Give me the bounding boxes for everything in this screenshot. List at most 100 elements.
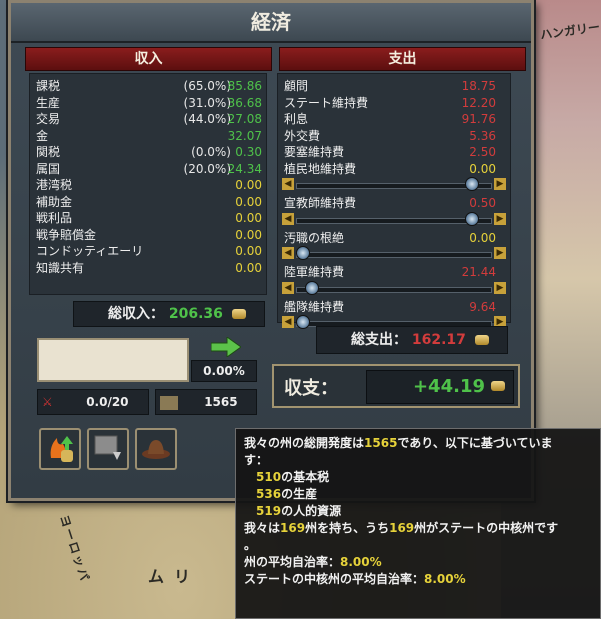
slider-knob[interactable] xyxy=(465,211,479,226)
decrease-arrow-icon[interactable]: ◀ xyxy=(282,212,294,225)
income-value: 0.00 xyxy=(235,244,262,258)
balance-value: +44.19 xyxy=(412,376,485,397)
slider-knob[interactable] xyxy=(296,246,310,260)
arrow-right-icon[interactable] xyxy=(210,336,242,358)
income-label: 属国 xyxy=(36,161,61,176)
increase-arrow-icon[interactable]: ▶ xyxy=(494,178,506,190)
development-box: 1565 xyxy=(155,389,257,415)
hat-button[interactable] xyxy=(135,428,177,470)
income-value: 0.00 xyxy=(235,227,262,242)
income-row[interactable]: 補助金 0.00 xyxy=(30,194,266,211)
decrease-arrow-icon[interactable]: ◀ xyxy=(282,247,294,259)
expense-value: 0.00 xyxy=(469,230,496,245)
expense-row: 艦隊維持費 9.64 xyxy=(278,299,510,316)
expense-row: 顧問 18.75 xyxy=(278,78,510,95)
income-value: 24.34 xyxy=(227,161,262,176)
income-label: 課税 xyxy=(36,79,61,93)
tooltip-number: 169 xyxy=(389,521,415,535)
income-percent: (65.0%) xyxy=(183,79,231,93)
expense-row: 植民地維持費 0.00 xyxy=(278,161,510,178)
tooltip-number: 169 xyxy=(280,521,306,535)
total-expense-box: 総支出： 162.17 xyxy=(316,326,508,354)
balance-label: 収支： xyxy=(284,378,338,399)
slider-knob[interactable] xyxy=(465,177,479,191)
expense-row: ステート維持費 12.20 xyxy=(278,95,510,112)
expense-label: 外交費 xyxy=(284,128,321,143)
income-row[interactable]: 属国 (20.0%) 24.34 xyxy=(30,161,266,178)
expense-slider[interactable]: ◀ ▶ xyxy=(282,246,506,262)
income-row[interactable]: 港湾税 0.00 xyxy=(30,177,266,194)
expense-value: 12.20 xyxy=(461,95,496,110)
income-list: 課税 (65.0%) 85.86 生産 (31.0%) 36.68 交易 (44.0%) 27.… xyxy=(29,73,267,295)
coin-icon xyxy=(491,381,505,391)
income-value: 0.00 xyxy=(235,178,262,192)
expense-slider[interactable]: ◀ ▶ xyxy=(282,280,506,297)
income-value: 32.07 xyxy=(227,128,262,143)
income-row[interactable]: 課税 (65.0%) 85.86 xyxy=(30,78,266,95)
expense-label: 利息 xyxy=(284,112,309,126)
tooltip-text: の人的資源 xyxy=(281,504,342,518)
income-percent: (31.0%) xyxy=(183,95,231,110)
development-tooltip: 我々の州の総開発度は1565であり、以下に基づいていま す： 510の基本税 5… xyxy=(235,428,601,619)
increase-arrow-icon[interactable]: ▶ xyxy=(494,281,506,294)
income-row[interactable]: 戦利品 0.00 xyxy=(30,210,266,227)
income-row[interactable]: 知識共有 0.00 xyxy=(30,260,266,277)
expense-row: 利息 91.76 xyxy=(278,111,510,128)
income-value: 0.00 xyxy=(235,194,262,209)
income-row[interactable]: コンドッティエーリ 0.00 xyxy=(30,243,266,260)
income-row[interactable]: 金 32.07 xyxy=(30,128,266,145)
army-count: 0.0/20 xyxy=(86,395,129,409)
loan-input-box[interactable] xyxy=(37,338,189,382)
increase-arrow-icon[interactable]: ▶ xyxy=(494,247,506,259)
expense-row: 陸軍維持費 21.44 xyxy=(278,264,510,281)
tooltip-text: 州を持ち、うち xyxy=(305,521,390,535)
decrease-arrow-icon[interactable]: ◀ xyxy=(282,281,294,294)
income-value: 0.00 xyxy=(235,260,262,275)
income-label: 戦利品 xyxy=(36,211,73,225)
slider-knob[interactable] xyxy=(296,315,310,329)
slider-knob[interactable] xyxy=(305,280,319,295)
income-row[interactable]: 戦争賠償金 0.00 xyxy=(30,227,266,244)
fire-coins-icon xyxy=(50,436,73,462)
tooltip-text: の生産 xyxy=(281,487,318,501)
total-expense-label: 総支出： xyxy=(351,332,407,348)
tooltip-number: 536 xyxy=(256,487,282,501)
slider-track[interactable] xyxy=(296,252,492,258)
economy-window: 経済 収入 支出 課税 (65.0%) 85.86 生産 (31.0%) 36.68 交易 (… xyxy=(8,0,534,501)
income-label: 港湾税 xyxy=(36,178,73,192)
map-export-button[interactable] xyxy=(87,428,129,470)
expense-value: 21.44 xyxy=(461,265,496,279)
decrease-arrow-icon[interactable]: ◀ xyxy=(282,178,294,190)
slider-track[interactable] xyxy=(296,183,492,189)
balance-box: 収支： +44.19 xyxy=(272,364,520,408)
window-title: 経済 xyxy=(11,3,531,43)
coin-icon xyxy=(474,335,489,345)
expense-label: ステート維持費 xyxy=(284,95,369,110)
income-value: 0.00 xyxy=(235,211,262,225)
map-label-europe: ヨーロッパ xyxy=(57,513,93,585)
expense-label: 宣教師維持費 xyxy=(284,196,357,210)
expense-slider[interactable]: ◀ ▶ xyxy=(282,211,506,228)
expense-label: 植民地維持費 xyxy=(284,161,357,176)
expense-value: 18.75 xyxy=(461,79,496,93)
income-label: 交易 xyxy=(36,112,61,126)
slider-track[interactable] xyxy=(296,286,492,293)
tooltip-text: 。 xyxy=(244,538,257,552)
expense-slider[interactable]: ◀ ▶ xyxy=(282,177,506,193)
slider-track[interactable] xyxy=(296,217,492,224)
income-header: 収入 xyxy=(25,47,272,71)
income-value: 0.30 xyxy=(235,145,262,159)
burn-loan-button[interactable] xyxy=(39,428,81,470)
income-row[interactable]: 関税 (0.0%) 0.30 xyxy=(30,144,266,161)
increase-arrow-icon[interactable]: ▶ xyxy=(494,212,506,225)
decrease-arrow-icon[interactable]: ◀ xyxy=(282,316,294,328)
income-percent: (20.0%) xyxy=(183,161,231,176)
development-value: 1565 xyxy=(204,395,238,409)
tooltip-number: 519 xyxy=(256,504,282,518)
tooltip-text: ステートの中核州の平均自治率： xyxy=(244,572,425,586)
expense-value: 0.00 xyxy=(469,161,496,176)
income-row[interactable]: 交易 (44.0%) 27.08 xyxy=(30,111,266,128)
income-label: 補助金 xyxy=(36,194,73,209)
expense-value: 9.64 xyxy=(469,299,496,314)
income-row[interactable]: 生産 (31.0%) 36.68 xyxy=(30,95,266,112)
